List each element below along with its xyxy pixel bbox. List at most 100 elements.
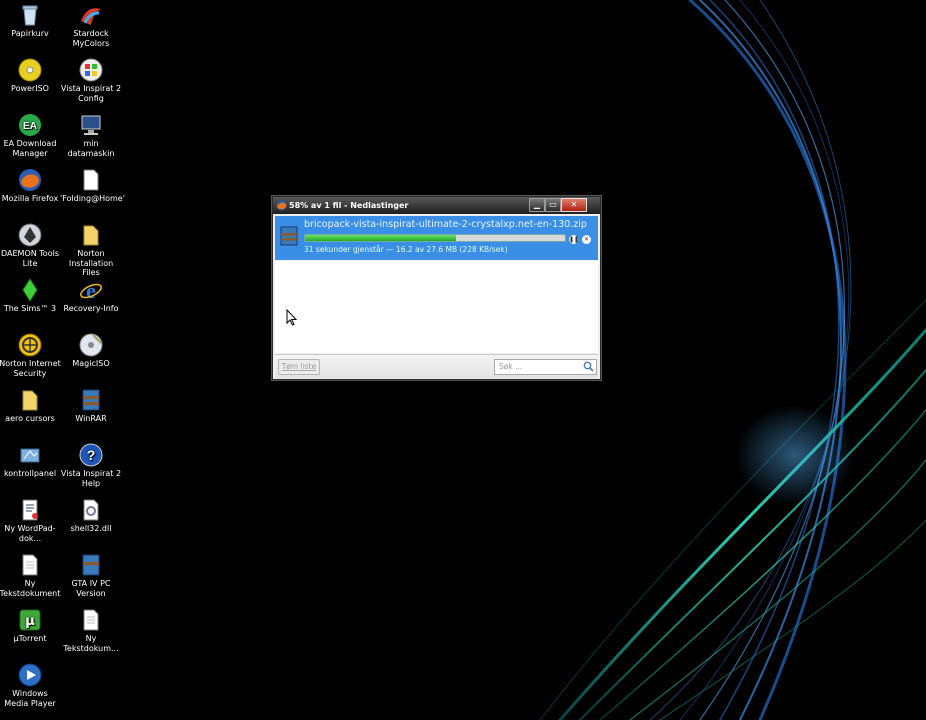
- desktop-icon-label: Recovery-Info: [63, 304, 119, 313]
- desktop-icon-label: Papirkurv: [11, 29, 49, 38]
- desktop-icon-label: Vista Inspirat 2 Help: [60, 469, 122, 488]
- maximize-button[interactable]: ▭: [545, 198, 561, 212]
- desktop-icon-wordpad-document[interactable]: Ny WordPad-dok...: [0, 498, 61, 543]
- desktop-icon-norton-internet-security[interactable]: Norton Internet Security: [0, 333, 61, 378]
- desktop-icon-vista-inspirat-config[interactable]: Vista Inspirat 2 Config: [60, 58, 122, 103]
- desktop-icon-stardock-mycolors[interactable]: Stardock MyColors: [60, 3, 122, 48]
- desktop-icon-label: Ny Tekstdokument: [0, 579, 61, 598]
- text-document-icon: [79, 608, 103, 632]
- download-progress-bar: [304, 234, 566, 242]
- desktop-icon-winrar[interactable]: WinRAR: [60, 388, 122, 424]
- recycle-bin-icon: [18, 3, 42, 27]
- desktop-icon-vista-inspirat-help[interactable]: ? Vista Inspirat 2 Help: [60, 443, 122, 488]
- pause-button[interactable]: ❚❚: [569, 235, 580, 244]
- download-filename: bricopack-vista-inspirat-ultimate-2-crys…: [304, 219, 587, 230]
- downloads-list: [275, 261, 598, 353]
- stardock-icon: [79, 3, 103, 27]
- text-document-icon: [18, 553, 42, 577]
- desktop-icon-label: Norton Installation Files: [68, 249, 114, 277]
- desktop-icon-label: kontrollpanel: [3, 469, 57, 478]
- help-icon: ?: [79, 443, 103, 467]
- desktop-icon-label: Stardock MyColors: [72, 29, 110, 48]
- document-icon: [79, 168, 103, 192]
- downloads-footer: Tøm liste Søk ...: [275, 354, 598, 378]
- cancel-icon: ✕: [583, 236, 590, 243]
- desktop-icon-label: 'Folding@Home': [60, 194, 125, 203]
- desktop-icon-label: aero cursors: [5, 414, 55, 423]
- folder-icon: [18, 388, 42, 412]
- desktop-icon-recycle-bin[interactable]: Papirkurv: [0, 3, 61, 39]
- desktop-icon-label: EA Download Manager: [3, 139, 57, 158]
- svg-text:EA: EA: [23, 121, 37, 132]
- clear-list-button[interactable]: Tøm liste: [278, 359, 320, 375]
- desktop-icon-utorrent[interactable]: µ µTorrent: [0, 608, 61, 644]
- winrar-icon: [79, 388, 103, 412]
- magiciso-icon: [79, 333, 103, 357]
- desktop-icon-poweriso[interactable]: PowerISO: [0, 58, 61, 94]
- desktop-icon-label: MagicISO: [72, 359, 110, 368]
- cancel-download-button[interactable]: ✕: [582, 235, 591, 244]
- desktop-icon-gta-iv-pc-version[interactable]: GTA IV PC Version: [60, 553, 122, 598]
- minimize-button[interactable]: ▁: [529, 198, 545, 212]
- desktop-icon-label: The Sims™ 3: [3, 304, 57, 313]
- norton-icon: [18, 333, 42, 357]
- search-icon: [583, 361, 594, 372]
- svg-text:µ: µ: [25, 614, 35, 629]
- ea-icon: EA: [18, 113, 42, 137]
- search-input[interactable]: Søk ...: [494, 359, 597, 375]
- utorrent-icon: µ: [18, 608, 42, 632]
- zip-file-icon: [279, 226, 299, 246]
- computer-icon: [79, 113, 103, 137]
- download-status: 31 sekunder gjenstår — 16.2 av 27.6 MB (…: [304, 245, 508, 254]
- desktop-icon-folding-at-home[interactable]: 'Folding@Home': [60, 168, 125, 204]
- firefox-icon: [18, 168, 42, 192]
- desktop-icon-recovery-info[interactable]: e Recovery-Info: [60, 278, 122, 314]
- archive-icon: [79, 553, 103, 577]
- desktop-icon-label: shell32.dll: [70, 524, 112, 533]
- svg-text:e: e: [86, 278, 96, 302]
- window-title: 58% av 1 fil - Nedlastinger: [289, 201, 409, 210]
- dll-icon: [79, 498, 103, 522]
- desktop-icon-label: Mozilla Firefox: [1, 194, 59, 203]
- internet-explorer-icon: e: [79, 278, 103, 303]
- desktop-icon-daemon-tools[interactable]: DAEMON Tools Lite: [0, 223, 61, 268]
- desktop-icon-firefox[interactable]: Mozilla Firefox: [0, 168, 61, 204]
- desktop-icon-label: Vista Inspirat 2 Config: [60, 84, 122, 103]
- desktop-icon-aero-cursors[interactable]: aero cursors: [0, 388, 61, 424]
- desktop-icon-label: WinRAR: [75, 414, 107, 423]
- minimize-icon: ▁: [533, 200, 541, 209]
- desktop-icon-label: Norton Internet Security: [0, 359, 61, 378]
- firefox-icon: [276, 200, 287, 211]
- maximize-icon: ▭: [549, 200, 557, 209]
- desktop-icon-ny-tekstdokument[interactable]: Ny Tekstdokument: [0, 553, 61, 598]
- desktop-icon-magiciso[interactable]: MagicISO: [60, 333, 122, 369]
- desktop-icon-norton-installation-files[interactable]: Norton Installation Files: [60, 223, 122, 278]
- svg-text:?: ?: [87, 447, 96, 463]
- desktop-icon-label: Windows Media Player: [4, 689, 56, 708]
- desktop-icon-ny-tekstdokument-2[interactable]: Ny Tekstdokum...: [60, 608, 122, 653]
- folder-icon: [79, 223, 103, 247]
- close-icon: ✕: [570, 200, 578, 209]
- desktop-icon-windows-media-player[interactable]: Windows Media Player: [0, 663, 61, 708]
- download-item[interactable]: bricopack-vista-inspirat-ultimate-2-crys…: [275, 216, 598, 260]
- daemon-tools-icon: [18, 223, 42, 247]
- desktop-icon-label: µTorrent: [13, 634, 47, 643]
- window-titlebar[interactable]: 58% av 1 fil - Nedlastinger ▁ ▭ ✕: [273, 197, 600, 214]
- desktop-icon-label: Ny Tekstdokum...: [63, 634, 119, 653]
- desktop-icon-min-datamaskin[interactable]: min datamaskin: [60, 113, 122, 158]
- disc-icon: [18, 58, 42, 82]
- download-progress-fill: [305, 235, 456, 241]
- wordpad-icon: [18, 498, 42, 522]
- search-placeholder: Søk ...: [499, 362, 523, 371]
- mouse-cursor-icon: [286, 309, 298, 326]
- pause-icon: ❚❚: [569, 236, 580, 243]
- desktop-icon-label: min datamaskin: [67, 139, 115, 158]
- media-player-icon: [18, 663, 42, 687]
- desktop-icon-ea-download-manager[interactable]: EA EA Download Manager: [0, 113, 61, 158]
- close-button[interactable]: ✕: [561, 198, 587, 212]
- downloads-window[interactable]: 58% av 1 fil - Nedlastinger ▁ ▭ ✕ bricop…: [272, 196, 601, 380]
- desktop-icon-the-sims-3[interactable]: The Sims™ 3: [0, 278, 61, 314]
- desktop-icon-label: DAEMON Tools Lite: [1, 249, 59, 268]
- desktop-icon-shell32-dll[interactable]: shell32.dll: [60, 498, 122, 534]
- desktop-icon-kontrollpanel[interactable]: kontrollpanel: [0, 443, 61, 479]
